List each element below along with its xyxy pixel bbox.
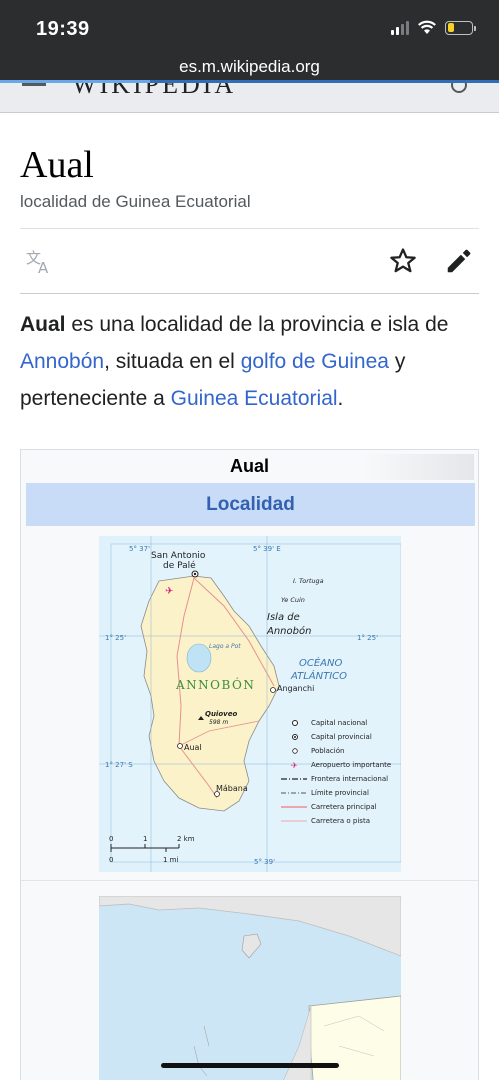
place-label: Lago a Pot <box>209 643 241 650</box>
svg-text:1 mi: 1 mi <box>163 856 178 864</box>
annobon-location-map[interactable]: 5° 37' 5° 39' E 1° 25' 1° 25' 1° 27' S 5… <box>99 536 401 872</box>
svg-text:0: 0 <box>109 856 113 864</box>
infobox: Aual Localidad 5° 37' 5° 39' E 1° 25' 1°… <box>20 449 479 1080</box>
link-annobon[interactable]: Annobón <box>20 350 104 373</box>
lead-text: es una localidad de la provincia e isla … <box>65 313 449 336</box>
place-label: OCÉANO <box>299 656 342 669</box>
place-label: Quioveo <box>205 710 237 718</box>
airport-icon: ✈ <box>165 586 173 597</box>
wikipedia-header: WIKIPEDIA <box>0 83 499 113</box>
svg-text:1: 1 <box>143 835 147 843</box>
link-guinea-ecuatorial[interactable]: Guinea Ecuatorial <box>171 387 338 410</box>
coord-label: 1° 25' <box>105 634 126 642</box>
watch-star-icon[interactable] <box>388 246 418 276</box>
status-icons <box>391 20 476 35</box>
menu-icon[interactable] <box>22 83 46 86</box>
place-label: ANNOBÓN <box>175 676 255 692</box>
lead-bold-title: Aual <box>20 313 66 336</box>
edit-pencil-icon[interactable] <box>444 246 474 276</box>
lead-text: . <box>337 387 344 410</box>
url-bar[interactable]: es.m.wikipedia.org <box>0 56 499 82</box>
lead-paragraph: Aual es una localidad de la provincia e … <box>20 306 485 417</box>
search-icon[interactable] <box>451 83 467 93</box>
place-label: Annobón <box>266 625 311 637</box>
home-indicator[interactable] <box>161 1063 339 1068</box>
place-label: I. Tortuga <box>293 577 324 585</box>
wikipedia-logo[interactable]: WIKIPEDIA <box>72 83 236 100</box>
wifi-icon <box>418 20 436 34</box>
page-description: localidad de Guinea Ecuatorial <box>20 192 251 211</box>
status-time: 19:39 <box>36 18 90 40</box>
coord-label: 5° 39' <box>254 858 275 866</box>
place-label: de Palé <box>163 560 196 571</box>
legend-item: Capital provincial <box>311 733 372 741</box>
svg-text:✈: ✈ <box>291 761 298 770</box>
place-label: 598 m <box>209 719 228 726</box>
divider <box>20 293 479 294</box>
legend-item: Carretera o pista <box>311 817 370 825</box>
link-golfo-de-guinea[interactable]: golfo de Guinea <box>241 350 389 373</box>
place-label: San Antonio <box>151 551 206 561</box>
legend-item: Población <box>311 747 344 755</box>
divider <box>20 228 479 229</box>
svg-text:0: 0 <box>109 835 113 843</box>
coord-label: 5° 37' <box>129 545 150 553</box>
infobox-title: Aual <box>229 456 269 476</box>
place-label: Aual <box>184 743 202 752</box>
coord-label: 1° 27' S <box>105 761 133 769</box>
page-title: Aual <box>20 144 94 186</box>
cellular-signal-icon <box>391 20 409 35</box>
place-label: Anganchi <box>277 684 314 693</box>
place-label: Ye Cuin <box>281 596 305 604</box>
language-icon[interactable]: 文 A <box>24 248 56 277</box>
place-label: Isla de <box>267 612 300 623</box>
battery-icon <box>445 20 476 35</box>
url-text[interactable]: es.m.wikipedia.org <box>179 57 320 76</box>
legend-item: Capital nacional <box>311 719 367 727</box>
region-location-map[interactable] <box>99 896 401 1080</box>
legend-item: Carretera principal <box>311 803 377 811</box>
infobox-type-band: Localidad <box>26 483 475 526</box>
svg-text:A: A <box>38 259 49 276</box>
divider <box>21 880 478 881</box>
legend-item: Límite provincial <box>311 789 369 797</box>
place-label: ATLÁNTICO <box>290 669 347 682</box>
status-bar: 19:39 <box>0 0 499 56</box>
legend-item: Frontera internacional <box>311 775 388 783</box>
legend-item: Aeropuerto importante <box>311 761 391 769</box>
coord-label: 1° 25' <box>357 634 378 642</box>
svg-text:2 km: 2 km <box>177 835 195 843</box>
lead-text: , situada en el <box>104 350 241 373</box>
coord-label: 5° 39' E <box>253 545 281 553</box>
place-label: Mábana <box>216 784 248 793</box>
